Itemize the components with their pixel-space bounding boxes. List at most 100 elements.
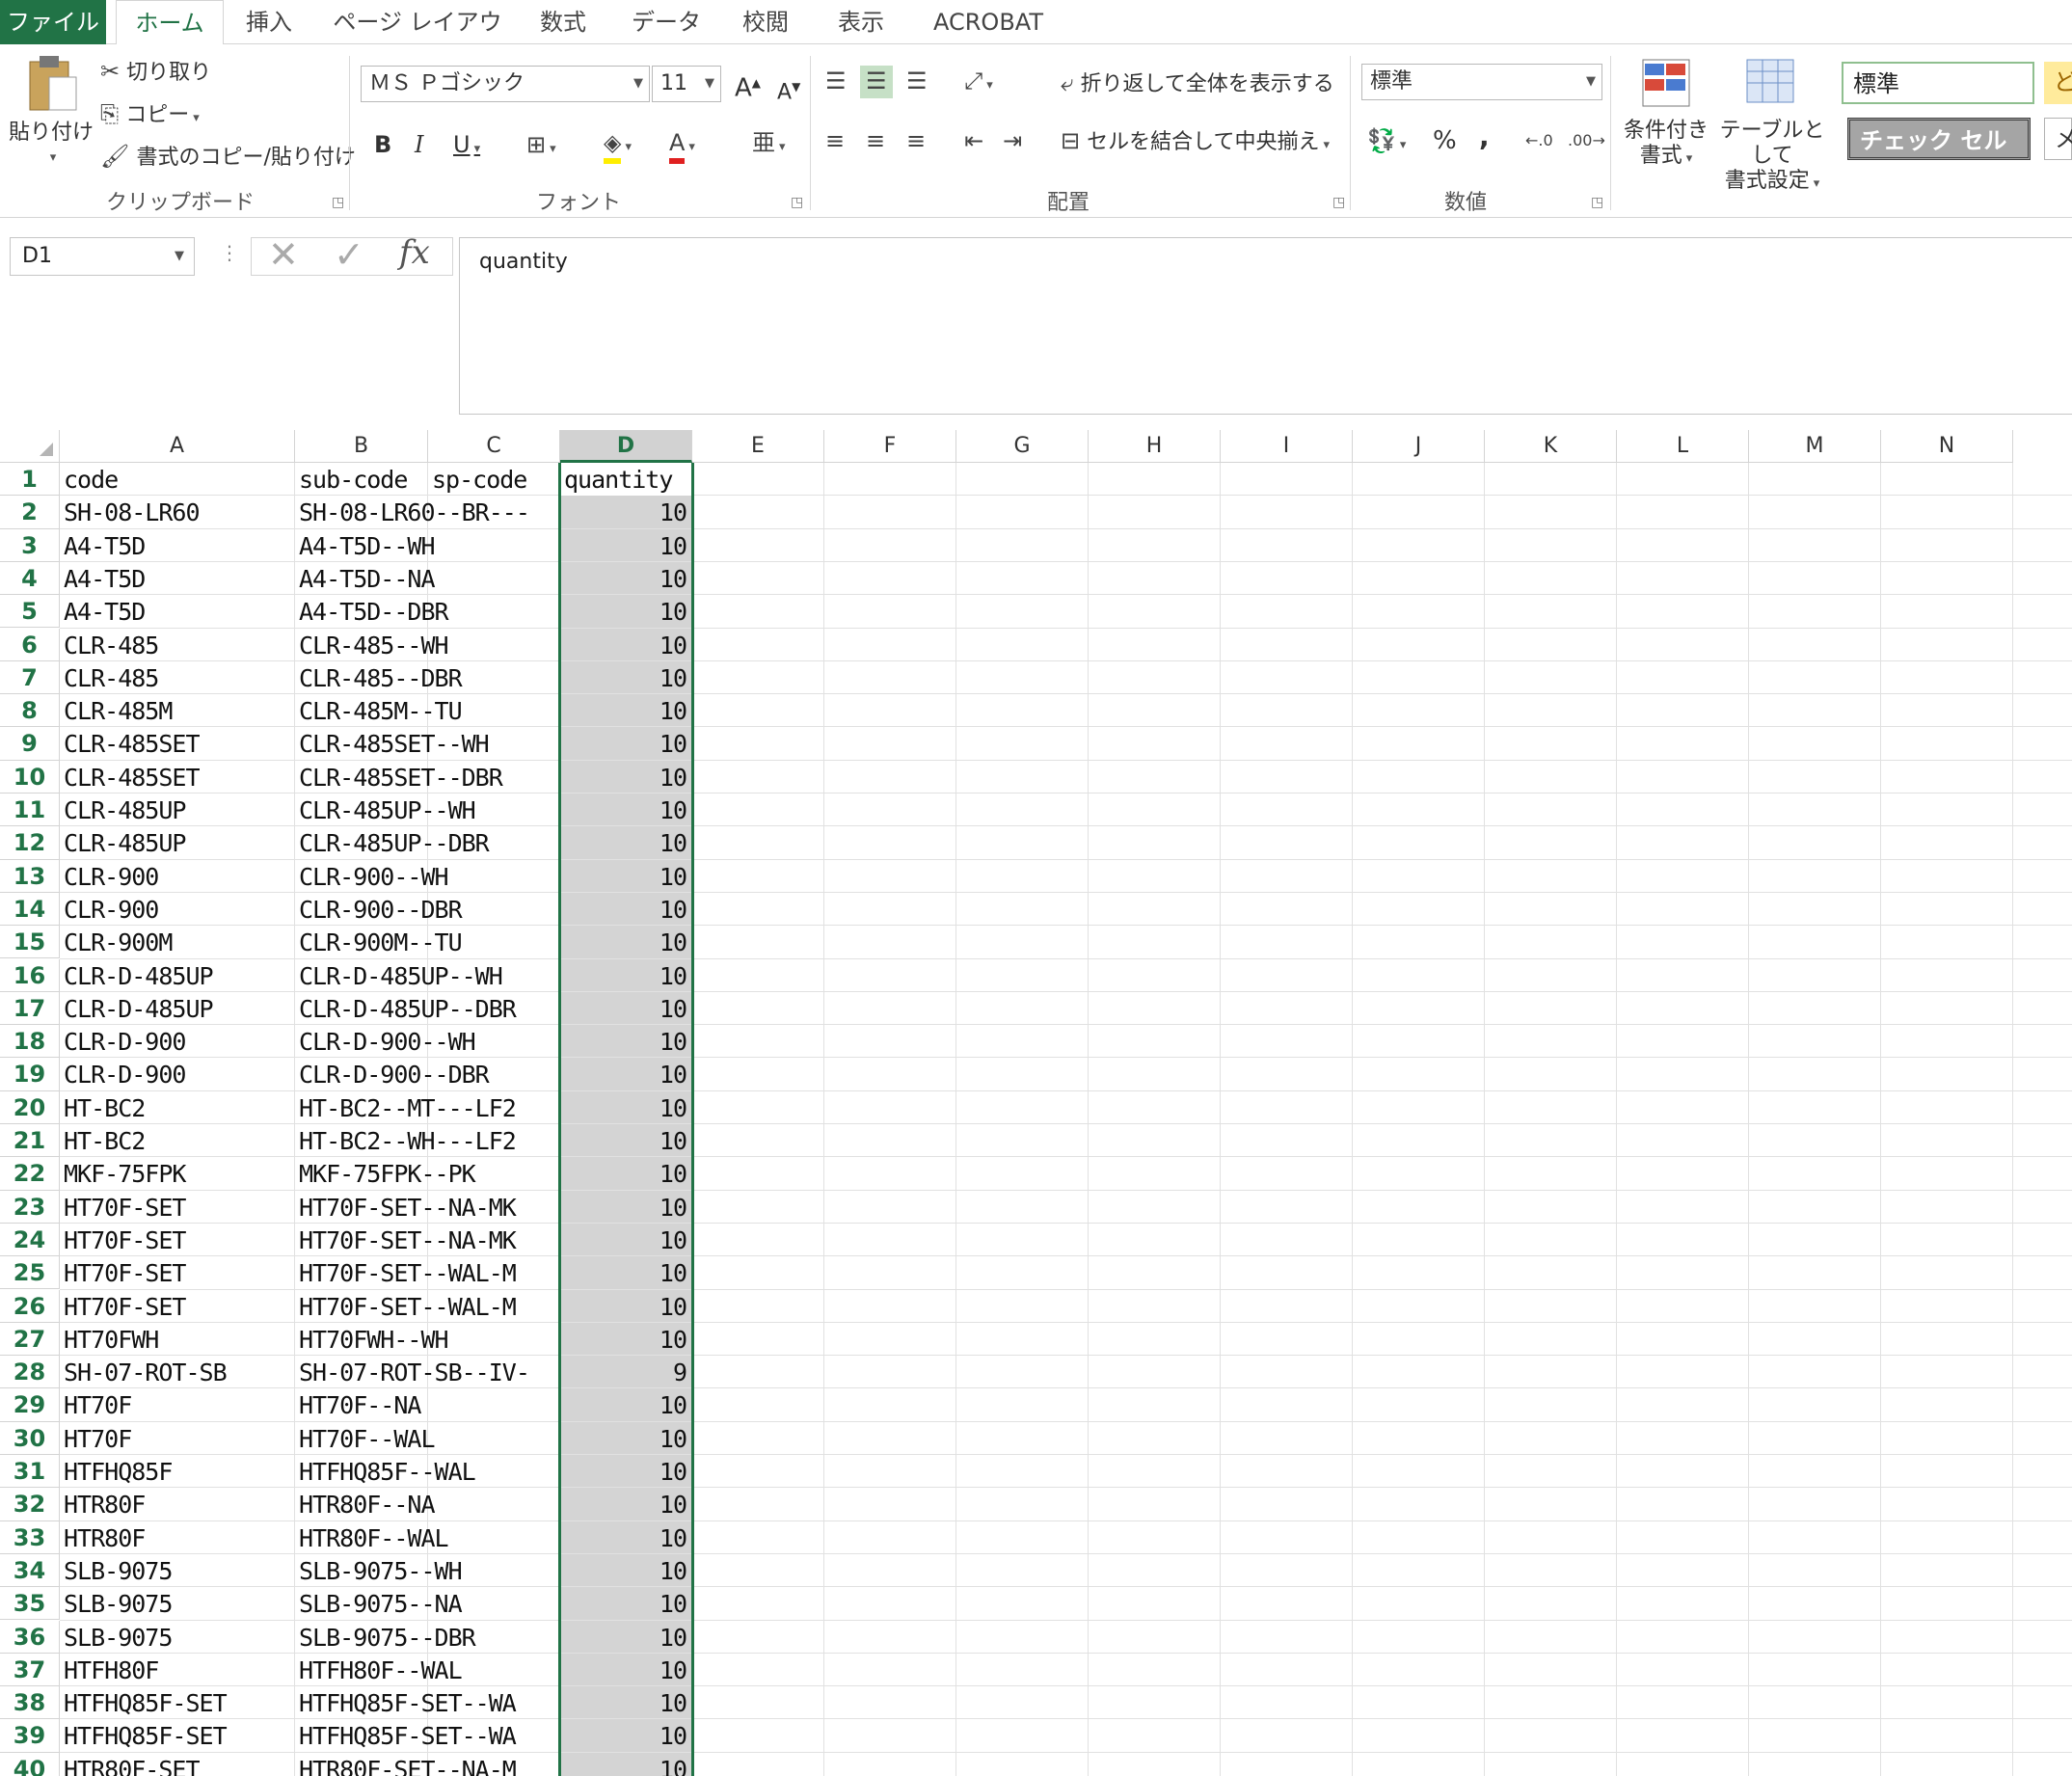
cell-a7[interactable]: CLR-485 (60, 661, 295, 694)
cell-a24[interactable]: HT70F-SET (60, 1224, 295, 1256)
cell-b4[interactable]: A4-T5D--NA (295, 562, 560, 595)
align-middle-button[interactable]: ☰ (860, 66, 893, 98)
row-header[interactable]: 12 (0, 826, 60, 860)
cell-a29[interactable]: HT70F (60, 1388, 295, 1421)
cell-a3[interactable]: A4-T5D (60, 529, 295, 562)
format-as-table-button[interactable]: テーブルとして 書式設定 ▾ (1712, 56, 1832, 197)
row-header[interactable]: 18 (0, 1025, 60, 1059)
tab-review[interactable]: 校閲 (730, 0, 801, 44)
row-header[interactable]: 5 (0, 595, 60, 629)
cell-b21[interactable]: HT-BC2--WH---LF2 (295, 1124, 560, 1157)
cell-b30[interactable]: HT70F--WAL (295, 1422, 560, 1455)
increase-indent-button[interactable]: ⇥ (1003, 125, 1022, 158)
row-header[interactable]: 6 (0, 628, 60, 661)
increase-decimal-button[interactable]: ←.0 (1525, 125, 1553, 156)
dialog-launcher-icon[interactable]: ◳ (1332, 195, 1345, 210)
orientation-button[interactable]: ⤢ ▾ (964, 66, 993, 101)
cell-a18[interactable]: CLR-D-900 (60, 1025, 295, 1058)
align-center-button[interactable]: ≡ (866, 125, 885, 158)
cell-b10[interactable]: CLR-485SET--DBR (295, 761, 560, 794)
row-header[interactable]: 9 (0, 727, 60, 761)
cell-b36[interactable]: SLB-9075--DBR (295, 1621, 560, 1654)
style-check-cell[interactable]: チェック セル (1847, 118, 2031, 160)
cell-b37[interactable]: HTFH80F--WAL (295, 1654, 560, 1686)
cell-b11[interactable]: CLR-485UP--WH (295, 794, 560, 826)
cell-b31[interactable]: HTFHQ85F--WAL (295, 1455, 560, 1488)
decrease-indent-button[interactable]: ⇤ (964, 125, 983, 158)
cell-a22[interactable]: MKF-75FPK (60, 1157, 295, 1190)
tab-home[interactable]: ホーム (116, 0, 224, 45)
cell-b19[interactable]: CLR-D-900--DBR (295, 1058, 560, 1090)
row-header[interactable]: 3 (0, 528, 60, 562)
cell-b15[interactable]: CLR-900M--TU (295, 926, 560, 958)
cell-a28[interactable]: SH-07-ROT-SB (60, 1356, 295, 1388)
row-header[interactable]: 2 (0, 496, 60, 529)
conditional-formatting-button[interactable]: 条件付き 書式 ▾ (1622, 56, 1710, 172)
increase-font-button[interactable]: A▲ (735, 67, 761, 104)
italic-button[interactable]: I (415, 129, 423, 160)
row-header[interactable]: 28 (0, 1356, 60, 1389)
tab-file[interactable]: ファイル (0, 0, 106, 44)
cell-a26[interactable]: HT70F-SET (60, 1290, 295, 1323)
cell-a39[interactable]: HTFHQ85F-SET (60, 1719, 295, 1752)
cell-a15[interactable]: CLR-900M (60, 926, 295, 958)
column-header-m[interactable]: M (1749, 430, 1881, 463)
row-header[interactable]: 17 (0, 991, 60, 1026)
column-header-e[interactable]: E (692, 430, 824, 463)
cell-a36[interactable]: SLB-9075 (60, 1621, 295, 1654)
cell-a13[interactable]: CLR-900 (60, 860, 295, 893)
cell-b2[interactable]: SH-08-LR60--BR--- (295, 496, 560, 528)
merge-center-button[interactable]: ⊟ セルを結合して中央揃え ▾ (1061, 125, 1330, 161)
tab-acrobat[interactable]: ACROBAT (926, 0, 1051, 44)
number-format-select[interactable]: 標準 ▼ (1361, 64, 1602, 100)
cell-b22[interactable]: MKF-75FPK--PK (295, 1157, 560, 1190)
fill-color-button[interactable]: ◈ ▾ (604, 127, 632, 164)
row-header[interactable]: 38 (0, 1686, 60, 1720)
insert-function-icon[interactable]: fx (399, 233, 430, 272)
cell-b39[interactable]: HTFHQ85F-SET--WA (295, 1719, 560, 1752)
row-header[interactable]: 13 (0, 859, 60, 893)
more-options-icon[interactable]: ⋮ (220, 241, 239, 264)
tab-formulas[interactable]: 数式 (525, 0, 601, 44)
cell-b16[interactable]: CLR-D-485UP--WH (295, 959, 560, 992)
row-header[interactable]: 34 (0, 1553, 60, 1588)
dialog-launcher-icon[interactable]: ◳ (791, 195, 803, 210)
cell-a35[interactable]: SLB-9075 (60, 1587, 295, 1620)
column-header-l[interactable]: L (1617, 430, 1749, 463)
row-header[interactable]: 1 (0, 463, 60, 497)
cell-b6[interactable]: CLR-485--WH (295, 629, 560, 661)
cell-a31[interactable]: HTFHQ85F (60, 1455, 295, 1488)
row-header[interactable]: 26 (0, 1289, 60, 1323)
dialog-launcher-icon[interactable]: ◳ (332, 195, 344, 210)
copy-button[interactable]: ⎘ コピー ▾ (100, 98, 200, 134)
row-header[interactable]: 32 (0, 1488, 60, 1521)
align-right-button[interactable]: ≡ (906, 125, 926, 158)
tab-view[interactable]: 表示 (824, 0, 898, 44)
percent-button[interactable]: % (1433, 125, 1457, 156)
row-header[interactable]: 8 (0, 694, 60, 728)
cell-a2[interactable]: SH-08-LR60 (60, 496, 295, 528)
phonetic-button[interactable]: 亜 ▾ (752, 127, 786, 163)
column-header-c[interactable]: C (428, 430, 560, 463)
cell-a21[interactable]: HT-BC2 (60, 1124, 295, 1157)
column-header-j[interactable]: J (1353, 430, 1485, 463)
cell-a25[interactable]: HT70F-SET (60, 1256, 295, 1289)
cell-a34[interactable]: SLB-9075 (60, 1554, 295, 1587)
column-header-k[interactable]: K (1485, 430, 1617, 463)
comma-button[interactable]: , (1479, 121, 1490, 152)
align-top-button[interactable]: ☰ (825, 66, 847, 98)
font-name-select[interactable]: ＭＳ Ｐゴシック ▼ (361, 66, 650, 102)
cell-b27[interactable]: HT70FWH--WH (295, 1323, 560, 1356)
row-header[interactable]: 30 (0, 1421, 60, 1455)
format-painter-button[interactable]: 🖌 書式のコピー/貼り付け (100, 141, 356, 174)
cell-a37[interactable]: HTFH80F (60, 1654, 295, 1686)
row-header[interactable]: 21 (0, 1124, 60, 1158)
row-header[interactable]: 10 (0, 760, 60, 794)
cell-a38[interactable]: HTFHQ85F-SET (60, 1686, 295, 1719)
cell-a5[interactable]: A4-T5D (60, 595, 295, 628)
cell-b14[interactable]: CLR-900--DBR (295, 893, 560, 926)
column-header-d[interactable]: D (560, 430, 692, 463)
paste-button[interactable]: 貼り付け ▾ (8, 54, 94, 171)
cell-a9[interactable]: CLR-485SET (60, 727, 295, 760)
cell-b40[interactable]: HTR80F-SET--NA-M (295, 1753, 560, 1776)
